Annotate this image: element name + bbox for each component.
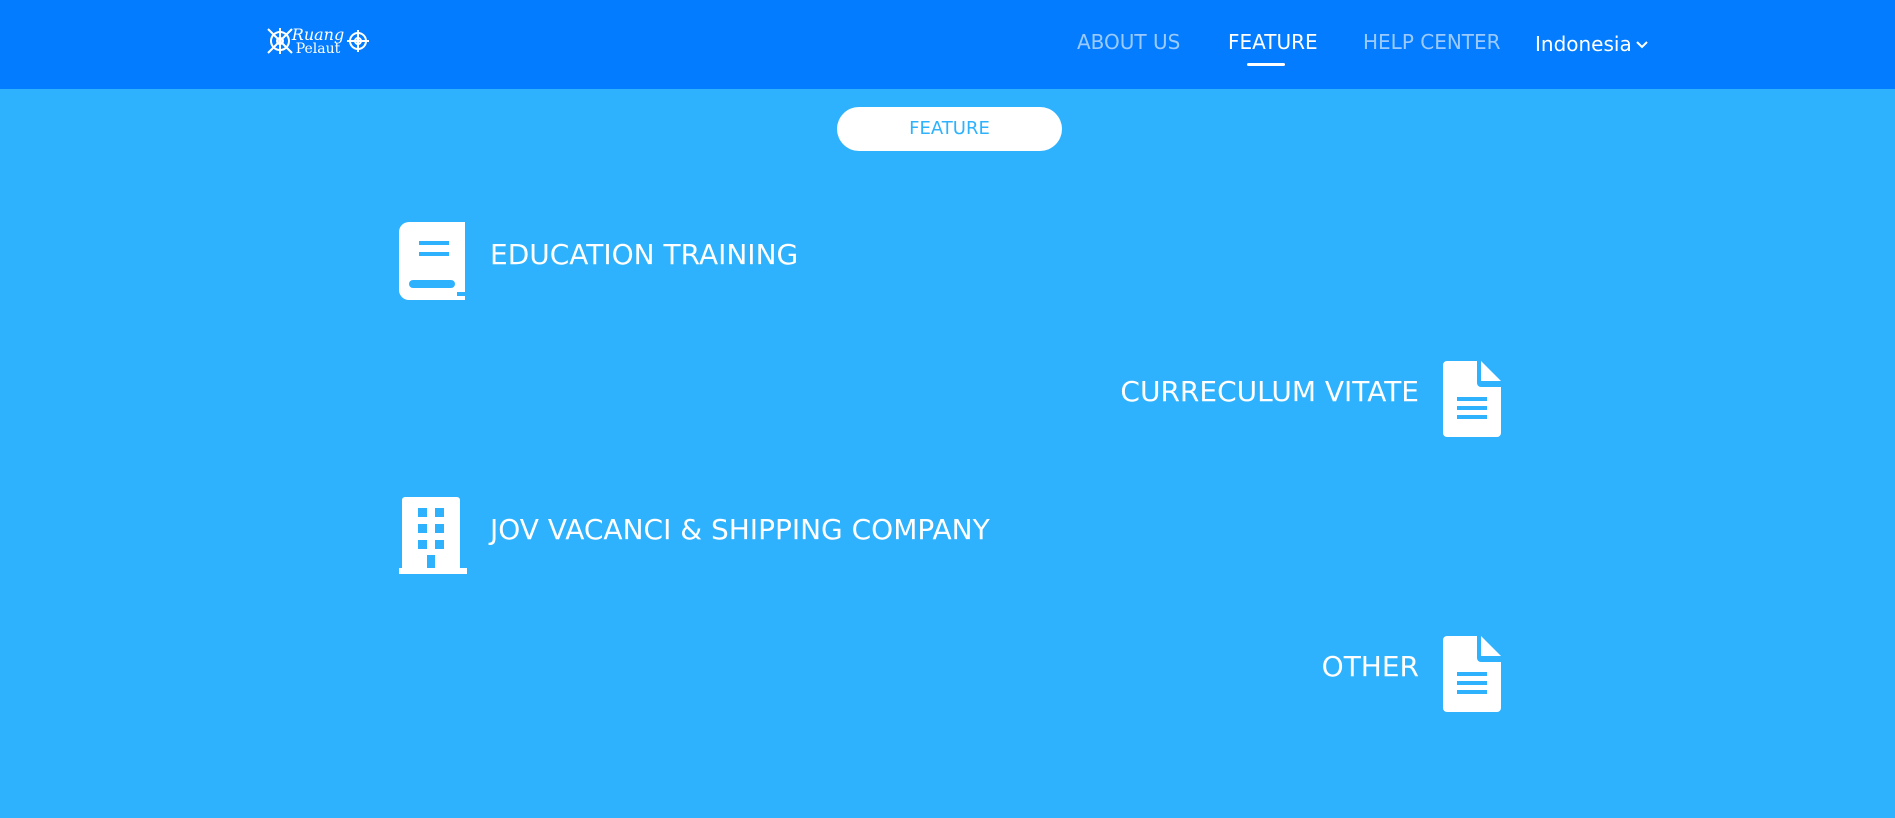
document-icon	[1443, 636, 1501, 712]
nav-help-center[interactable]: HELP CENTER	[1363, 30, 1501, 54]
feature-other[interactable]: OTHER	[1322, 650, 1419, 684]
top-navbar: Ruang Pelaut ABOUT US FEATURE HELP CENTE…	[0, 0, 1895, 89]
language-selector[interactable]: Indonesia	[1535, 30, 1648, 56]
language-label: Indonesia	[1535, 32, 1632, 56]
document-icon	[1443, 361, 1501, 437]
logo-text-line2: Pelaut	[296, 41, 341, 57]
nav-active-indicator	[1247, 63, 1285, 66]
nav-about-us[interactable]: ABOUT US	[1077, 30, 1180, 54]
nav-feature[interactable]: FEATURE	[1228, 30, 1318, 54]
feature-education-training[interactable]: EDUCATION TRAINING	[490, 238, 798, 272]
chevron-down-icon	[1636, 30, 1648, 54]
book-icon	[399, 222, 467, 300]
feature-curreculum-vitate[interactable]: CURRECULUM VITATE	[1120, 375, 1419, 409]
feature-section-pill[interactable]: FEATURE	[837, 107, 1062, 151]
feature-job-vacancy-shipping-company[interactable]: JOV VACANCI & SHIPPING COMPANY	[490, 513, 990, 547]
ruang-pelaut-logo[interactable]: Ruang Pelaut	[266, 22, 372, 60]
building-icon	[399, 497, 467, 574]
